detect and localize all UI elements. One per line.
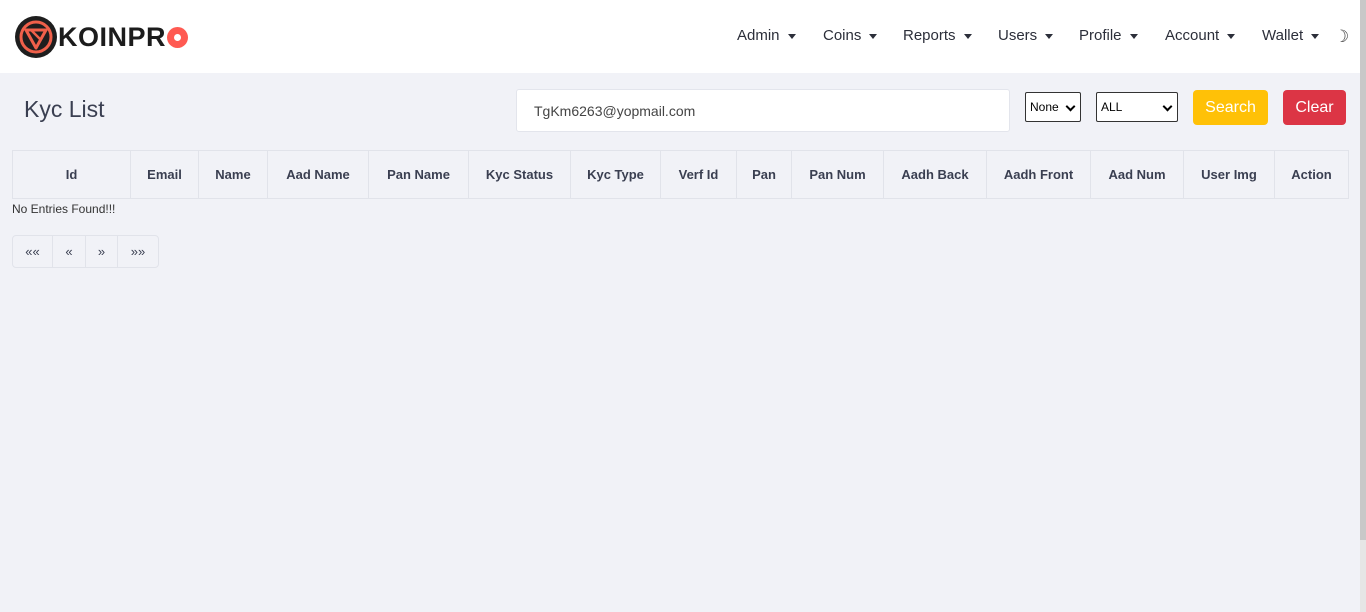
next-page-button[interactable]: » [86,236,118,267]
caret-down-icon [1311,33,1320,39]
column-header-aadh-back[interactable]: Aadh Back [884,151,987,198]
caret-down-icon [963,33,972,39]
column-header-id[interactable]: Id [13,151,131,198]
column-header-kyc-type[interactable]: Kyc Type [571,151,661,198]
first-page-button[interactable]: «« [13,236,53,267]
search-button[interactable]: Search [1193,90,1268,125]
column-header-name[interactable]: Name [199,151,268,198]
page-scrollbar[interactable] [1360,0,1366,612]
brand-name: KOINPR [58,22,189,53]
column-header-email[interactable]: Email [131,151,199,198]
column-header-action[interactable]: Action [1275,151,1348,198]
chevron-down-icon [1162,101,1173,112]
column-header-pan-num[interactable]: Pan Num [792,151,884,198]
nav-admin[interactable]: Admin [737,27,796,44]
column-header-pan[interactable]: Pan [737,151,792,198]
filter-select-status[interactable]: ALL [1096,92,1178,122]
nav-coins[interactable]: Coins [823,27,878,44]
page-title: Kyc List [24,96,105,122]
nav-profile[interactable]: Profile [1079,27,1138,44]
clear-button[interactable]: Clear [1283,90,1346,125]
nav-account[interactable]: Account [1165,27,1236,44]
column-header-kyc-status[interactable]: Kyc Status [469,151,571,198]
column-header-verf-id[interactable]: Verf Id [661,151,737,198]
caret-down-icon [1129,33,1138,39]
brand-o-mark [167,26,189,48]
scrollbar-thumb[interactable] [1360,0,1366,540]
column-header-aadh-front[interactable]: Aadh Front [987,151,1091,198]
column-header-aad-num[interactable]: Aad Num [1091,151,1184,198]
caret-down-icon [787,33,796,39]
caret-down-icon [869,33,878,39]
top-navbar: KOINPR Admin Coins Reports Users Profile… [0,0,1360,73]
pagination: «« « » »» [12,235,159,268]
filter-select-none[interactable]: None [1025,92,1081,122]
caret-down-icon [1045,33,1054,39]
chevron-down-icon [1065,101,1076,112]
brand-logo[interactable]: KOINPR [14,15,189,59]
caret-down-icon [1227,33,1236,39]
empty-table-message: No Entries Found!!! [12,202,116,216]
column-header-aad-name[interactable]: Aad Name [268,151,369,198]
nav-wallet[interactable]: Wallet [1262,27,1320,44]
last-page-button[interactable]: »» [118,236,158,267]
nav-users[interactable]: Users [998,27,1054,44]
moon-icon[interactable]: ☽ [1334,27,1349,47]
search-input[interactable] [516,89,1010,132]
koinpro-badge-icon [15,16,57,58]
column-header-pan-name[interactable]: Pan Name [369,151,469,198]
nav-reports[interactable]: Reports [903,27,972,44]
previous-page-button[interactable]: « [53,236,86,267]
column-header-user-img[interactable]: User Img [1184,151,1275,198]
kyc-table-header: Id Email Name Aad Name Pan Name Kyc Stat… [12,150,1349,199]
